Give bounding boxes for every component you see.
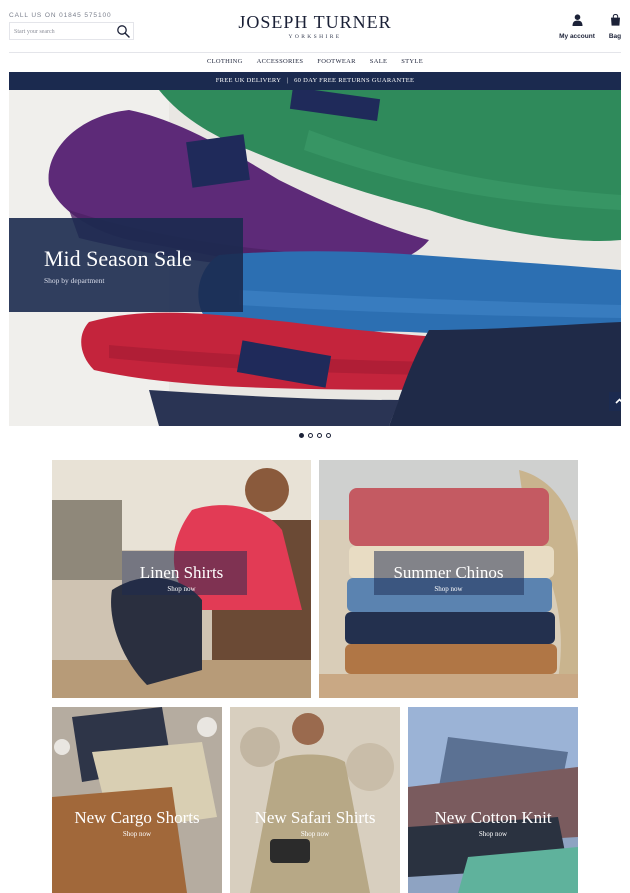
tile-title: Summer Chinos [393, 563, 504, 582]
hero-caption[interactable]: Mid Season Sale Shop by department [9, 218, 243, 312]
tile-link[interactable]: Shop now [319, 585, 578, 593]
cargo-shorts-image [52, 707, 222, 893]
tile-link[interactable]: Shop now [408, 830, 578, 838]
category-tile-linen-shirts[interactable]: Linen Shirts Shop now [52, 460, 311, 698]
tile-link[interactable]: Shop now [230, 830, 400, 838]
tile-title: Linen Shirts [139, 563, 224, 582]
tile-link[interactable]: Shop now [52, 585, 311, 593]
nav-item-accessories[interactable]: ACCESSORIES [257, 58, 304, 65]
promo-bar[interactable]: FREE UK DELIVERY | 60 DAY FREE RETURNS G… [9, 72, 621, 90]
category-tile-safari-shirts[interactable]: New Safari Shirts Shop now [230, 707, 400, 893]
category-tile-cotton-knit[interactable]: New Cotton Knit Shop now [408, 707, 578, 893]
cotton-knit-image [408, 707, 578, 893]
category-tile-summer-chinos[interactable]: Summer Chinos Shop now [319, 460, 578, 698]
logo-wordmark: JOSEPH TURNER [238, 12, 392, 32]
scroll-to-top-button[interactable] [609, 392, 621, 411]
carousel-dots [0, 433, 630, 438]
carousel-dot-2[interactable] [308, 433, 313, 438]
nav-item-clothing[interactable]: CLOTHING [207, 58, 243, 65]
category-tile-cargo-shorts[interactable]: New Cargo Shorts Shop now [52, 707, 222, 893]
safari-shirts-image [230, 707, 400, 893]
bag-label: Bag [608, 33, 622, 40]
hero-subtitle[interactable]: Shop by department [44, 276, 243, 285]
hero-title: Mid Season Sale [44, 246, 192, 271]
carousel-dot-3[interactable] [317, 433, 322, 438]
tile-title: New Cargo Shorts [74, 808, 200, 827]
tile-title: New Safari Shirts [254, 808, 376, 827]
tile-link[interactable]: Shop now [52, 830, 222, 838]
tile-title: New Cotton Knit [434, 808, 552, 827]
nav-item-style[interactable]: STYLE [401, 58, 423, 65]
main-nav: CLOTHING ACCESSORIES FOOTWEAR SALE STYLE [0, 58, 630, 65]
bag-link[interactable]: Bag [603, 13, 627, 40]
nav-item-footwear[interactable]: FOOTWEAR [317, 58, 356, 65]
my-account-label: My account [559, 33, 595, 40]
nav-item-sale[interactable]: SALE [370, 58, 387, 65]
carousel-dot-4[interactable] [326, 433, 331, 438]
user-icon [572, 14, 582, 26]
my-account-link[interactable]: My account [556, 13, 598, 40]
brand-logo[interactable]: JOSEPH TURNER YORKSHIRE [0, 12, 630, 40]
carousel-dot-1[interactable] [299, 433, 304, 438]
header-divider [9, 52, 621, 53]
hero-banner[interactable]: Mid Season Sale Shop by department [9, 90, 621, 426]
chevron-up-icon [615, 398, 621, 404]
shopping-bag-icon [610, 13, 620, 26]
logo-tagline: YORKSHIRE [288, 34, 342, 40]
